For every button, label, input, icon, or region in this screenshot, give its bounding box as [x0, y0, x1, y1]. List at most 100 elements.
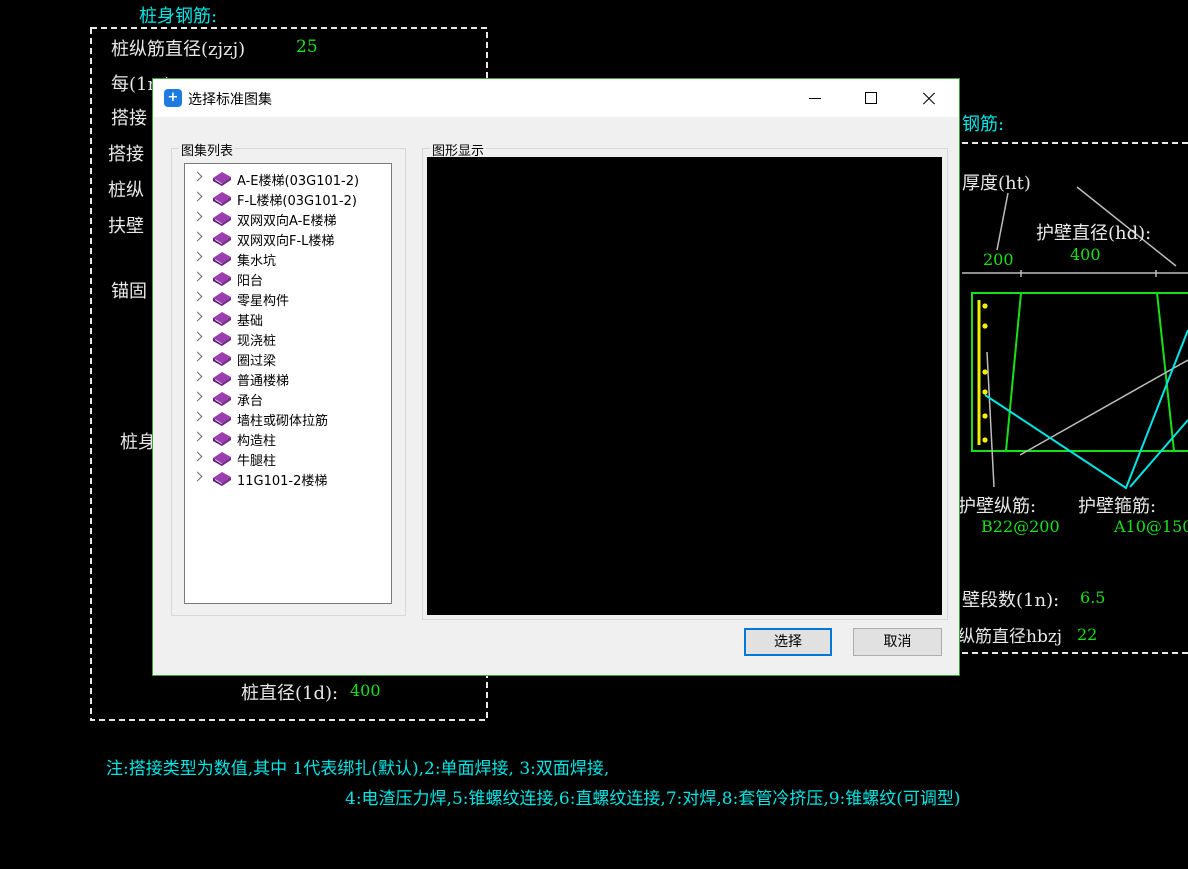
pile-rebar-diameter-label: 桩纵筋直径(zjzj) — [111, 39, 246, 60]
chevron-right-icon[interactable] — [192, 331, 203, 342]
book-icon — [213, 392, 231, 406]
tree-item-label: 承台 — [237, 394, 264, 409]
tree-item[interactable]: 现浇桩 — [185, 328, 391, 349]
leader-line — [996, 192, 1009, 251]
tree-item-label: 零星构件 — [237, 294, 290, 309]
pile-diameter-label: 桩直径(1d): — [241, 683, 339, 704]
chevron-right-icon[interactable] — [192, 451, 203, 462]
section-wall-title: 钢筋: — [962, 114, 1005, 135]
row-support-label: 扶壁 — [108, 216, 144, 237]
rebar-dia-label: 纵筋直径hbzj — [958, 627, 1063, 647]
tree-item-label: 普通楼梯 — [237, 374, 290, 389]
tree-item[interactable]: 墙柱或砌体拉筋 — [185, 408, 391, 429]
rebar-dot — [982, 389, 988, 395]
dim-400[interactable]: 400 — [1070, 245, 1101, 264]
note-line-1: 注:搭接类型为数值,其中 1代表绑扎(默认),2:单面焊接, 3:双面焊接, — [106, 759, 610, 779]
dialog-titlebar[interactable]: + 选择标准图集 — [153, 79, 959, 117]
graphic-preview — [427, 157, 942, 615]
tree-item[interactable]: 11G101-2楼梯 — [185, 468, 391, 489]
chevron-right-icon[interactable] — [192, 291, 203, 302]
leader-line — [986, 351, 995, 488]
chevron-right-icon[interactable] — [192, 231, 203, 242]
minimize-button[interactable] — [793, 79, 839, 117]
rebar-dot — [982, 303, 988, 309]
select-button[interactable]: 选择 — [744, 628, 832, 656]
tree-item-label: 11G101-2楼梯 — [237, 474, 328, 489]
wall-diameter-label: 护壁直径(hd): — [1036, 223, 1152, 244]
chevron-right-icon[interactable] — [192, 191, 203, 202]
row-lap-label: 搭接 — [108, 144, 144, 165]
chevron-right-icon[interactable] — [192, 271, 203, 282]
select-standard-atlas-dialog: + 选择标准图集 图集列表 A-E楼梯(03G101-2) F-L楼梯(03G10… — [152, 78, 960, 676]
tree-item-label: 双网双向A-E楼梯 — [237, 214, 337, 229]
chevron-right-icon[interactable] — [192, 351, 203, 362]
book-icon — [213, 472, 231, 486]
pile-rebar-diameter-value[interactable]: 25 — [296, 37, 318, 57]
chevron-right-icon[interactable] — [192, 251, 203, 262]
row-pile-body-label: 桩身 — [120, 432, 156, 453]
wall-section-box — [971, 292, 1188, 452]
tree-item[interactable]: 双网双向A-E楼梯 — [185, 208, 391, 229]
tree-item[interactable]: 普通楼梯 — [185, 368, 391, 389]
row-pile-long-label: 桩纵 — [108, 180, 144, 201]
close-button[interactable] — [907, 79, 953, 117]
book-icon — [213, 232, 231, 246]
tree-item-label: A-E楼梯(03G101-2) — [237, 174, 360, 189]
tree-item-label: 现浇桩 — [237, 334, 277, 349]
chevron-right-icon[interactable] — [192, 411, 203, 422]
tree-item[interactable]: 阳台 — [185, 268, 391, 289]
leader-line — [1019, 359, 1188, 456]
row-anchor-label: 锚固 — [111, 281, 147, 302]
book-icon — [213, 352, 231, 366]
chevron-right-icon[interactable] — [192, 371, 203, 382]
chevron-right-icon[interactable] — [192, 431, 203, 442]
atlas-tree[interactable]: A-E楼梯(03G101-2) F-L楼梯(03G101-2) 双网双向A-E楼梯双… — [184, 163, 392, 604]
dim-200[interactable]: 200 — [983, 250, 1014, 269]
tree-item-label: 双网双向F-L楼梯 — [237, 234, 335, 249]
book-icon — [213, 252, 231, 266]
note-line-2: 4:电渣压力焊,5:锥螺纹连接,6:直螺纹连接,7:对焊,8:套管冷挤压,9:锥… — [345, 789, 961, 809]
book-icon — [213, 332, 231, 346]
wall-stirrup-value[interactable]: A10@150 — [1114, 517, 1188, 536]
book-icon — [213, 312, 231, 326]
tree-item-label: 基础 — [237, 314, 264, 329]
maximize-button[interactable] — [849, 79, 895, 117]
book-icon — [213, 292, 231, 306]
wall-long-label: 护壁纵筋: — [958, 496, 1037, 517]
book-icon — [213, 412, 231, 426]
chevron-right-icon[interactable] — [192, 171, 203, 182]
chevron-right-icon[interactable] — [192, 311, 203, 322]
book-icon — [213, 372, 231, 386]
tree-item-label: 牛腿柱 — [237, 454, 277, 469]
book-icon — [213, 212, 231, 226]
wall-stirrup-label: 护壁箍筋: — [1078, 496, 1157, 517]
dialog-title: 选择标准图集 — [188, 92, 272, 108]
tree-item[interactable]: A-E楼梯(03G101-2) — [185, 168, 391, 189]
book-icon — [213, 192, 231, 206]
thickness-label: 厚度(ht) — [962, 173, 1031, 194]
rebar-dot — [982, 323, 988, 329]
tree-item-label: 集水坑 — [237, 254, 277, 269]
tree-item[interactable]: 双网双向F-L楼梯 — [185, 228, 391, 249]
tree-item[interactable]: 圈过梁 — [185, 348, 391, 369]
chevron-right-icon[interactable] — [192, 391, 203, 402]
segments-value[interactable]: 6.5 — [1080, 588, 1105, 607]
chevron-right-icon[interactable] — [192, 471, 203, 482]
tree-item[interactable]: 基础 — [185, 308, 391, 329]
tree-item[interactable]: F-L楼梯(03G101-2) — [185, 188, 391, 209]
app-icon: + — [164, 89, 182, 107]
tree-item[interactable]: 牛腿柱 — [185, 448, 391, 469]
rebar-dia-value[interactable]: 22 — [1077, 625, 1097, 644]
pile-diameter-value[interactable]: 400 — [350, 681, 381, 700]
tree-item[interactable]: 承台 — [185, 388, 391, 409]
tree-item[interactable]: 零星构件 — [185, 288, 391, 309]
tree-item[interactable]: 集水坑 — [185, 248, 391, 269]
book-icon — [213, 432, 231, 446]
segments-label: 壁段数(1n): — [962, 590, 1060, 611]
cancel-button[interactable]: 取消 — [853, 628, 942, 656]
wall-long-value[interactable]: B22@200 — [981, 517, 1060, 536]
book-icon — [213, 172, 231, 186]
book-icon — [213, 272, 231, 286]
chevron-right-icon[interactable] — [192, 211, 203, 222]
tree-item[interactable]: 构造柱 — [185, 428, 391, 449]
